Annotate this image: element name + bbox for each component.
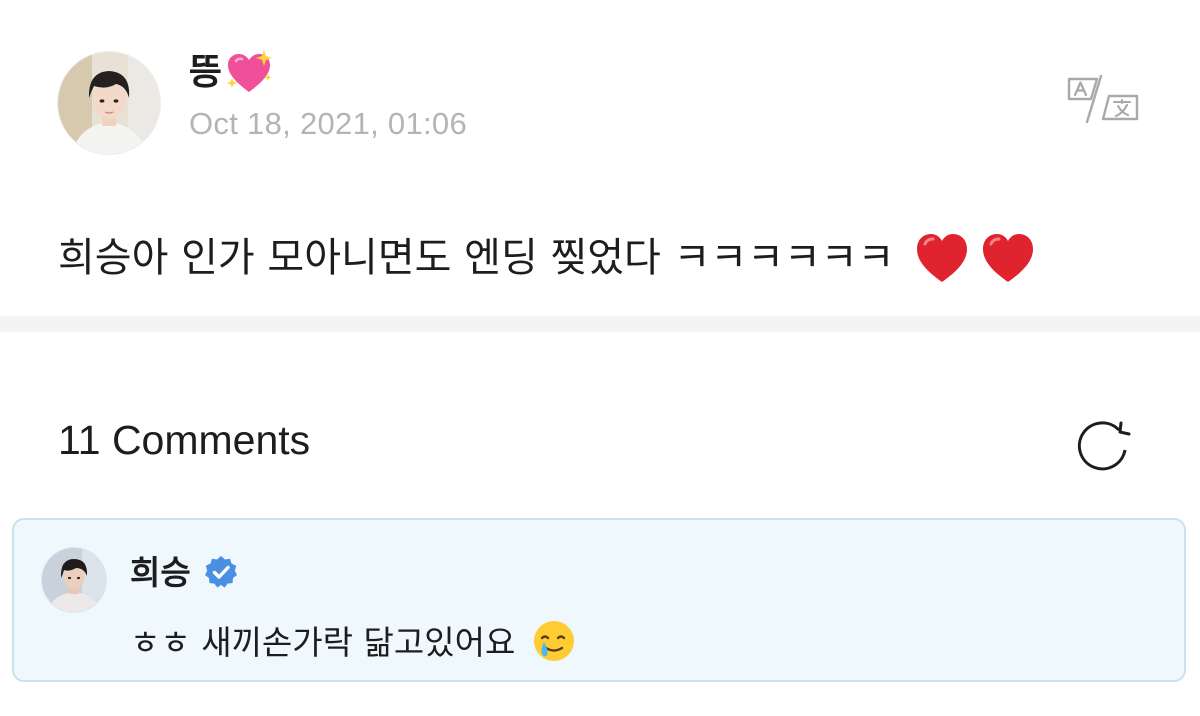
- author-avatar[interactable]: [58, 52, 160, 154]
- post-timestamp: Oct 18, 2021, 01:06: [189, 106, 468, 141]
- smiling-face-with-tear-emoji: [534, 621, 575, 661]
- post-body: 희승아 인가 모아니면도 엔딩 찢었다 ㅋㅋㅋㅋㅋㅋ: [58, 226, 1036, 290]
- comments-count-title: 11 Comments: [58, 417, 311, 463]
- author-row: 뜽: [189, 48, 274, 98]
- author-name[interactable]: 뜽: [189, 55, 222, 91]
- post-text: 희승아 인가 모아니면도 엔딩 찢었다 ㅋㅋㅋㅋㅋㅋ: [58, 235, 895, 281]
- translate-button[interactable]: [1065, 74, 1141, 124]
- comment-card[interactable]: 희승 ㅎㅎ 새끼손가락 닮고있어요: [12, 518, 1186, 682]
- comment-text: ㅎㅎ 새끼손가락 닮고있어요: [130, 622, 516, 662]
- comment-body: ㅎㅎ 새끼손가락 닮고있어요: [130, 618, 577, 666]
- post: 뜽 Oct 18, 2021, 01:06 희승아 인가 모아니면도 엔딩 찢었…: [0, 0, 1200, 316]
- author-avatar-image: [58, 52, 160, 154]
- comment-author-name[interactable]: 희승: [130, 556, 191, 589]
- translate-icon: [1067, 74, 1139, 124]
- commenter-avatar[interactable]: [42, 548, 106, 612]
- sparkling-heart-emoji: [227, 50, 273, 92]
- comment-author-row: 희승: [130, 550, 239, 594]
- commenter-avatar-image: [42, 548, 106, 612]
- section-divider: [0, 316, 1200, 332]
- refresh-button[interactable]: [1072, 416, 1134, 478]
- refresh-icon: [1077, 421, 1131, 471]
- verified-badge-icon: [204, 556, 237, 588]
- red-heart-emoji: [983, 234, 1034, 282]
- red-heart-emoji: [917, 234, 968, 282]
- post-emojis: [914, 230, 1036, 286]
